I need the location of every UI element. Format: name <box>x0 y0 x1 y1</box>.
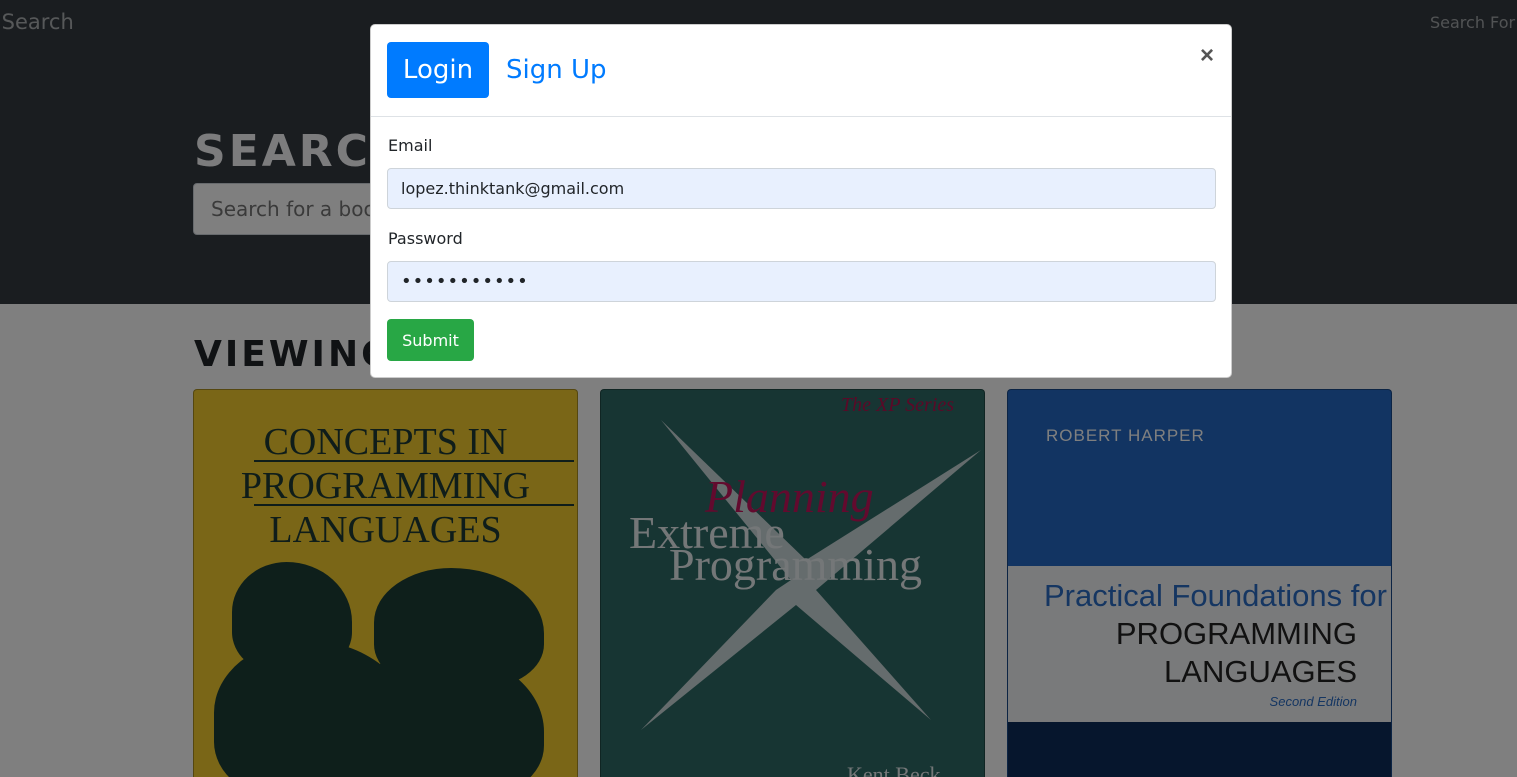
tab-login[interactable]: Login <box>387 42 489 98</box>
password-label: Password <box>388 229 463 248</box>
email-field[interactable] <box>387 168 1216 209</box>
email-label: Email <box>388 136 433 155</box>
modal-header: Login Sign Up × <box>371 25 1231 117</box>
tab-signup[interactable]: Sign Up <box>506 42 607 98</box>
close-icon[interactable]: × <box>1194 42 1220 69</box>
login-modal: Login Sign Up × Email Password Submit <box>370 24 1232 378</box>
submit-button[interactable]: Submit <box>387 319 474 361</box>
password-field[interactable] <box>387 261 1216 302</box>
